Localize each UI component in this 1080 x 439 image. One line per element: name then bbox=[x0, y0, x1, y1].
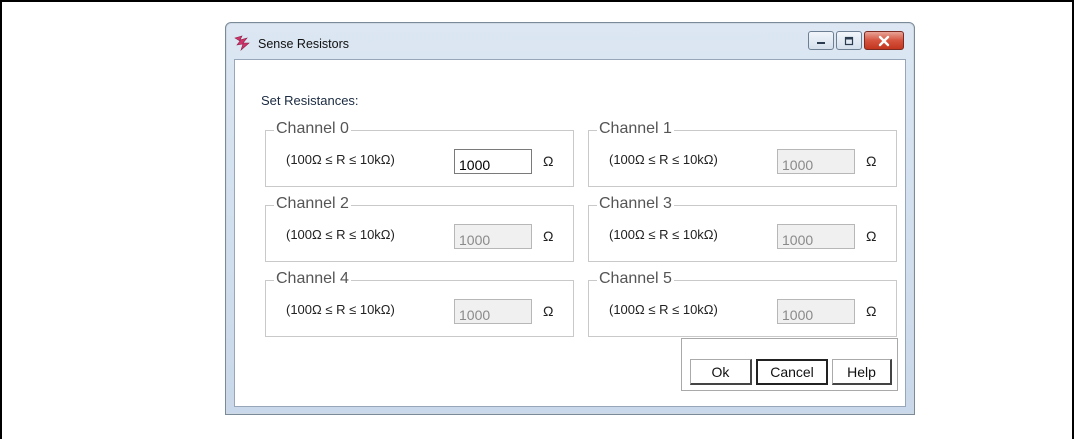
channel-3-title: Channel 3 bbox=[597, 195, 674, 213]
channel-4-group: Channel 4 (100Ω ≤ R ≤ 10kΩ) Ω bbox=[265, 270, 574, 337]
channel-0-range: (100Ω ≤ R ≤ 10kΩ) bbox=[286, 152, 395, 167]
caption-buttons bbox=[808, 31, 904, 53]
title-bar[interactable]: Sense Resistors bbox=[226, 23, 914, 59]
channel-0-title: Channel 0 bbox=[274, 120, 351, 138]
channel-0-resistance-input[interactable] bbox=[454, 149, 532, 174]
channel-1-range: (100Ω ≤ R ≤ 10kΩ) bbox=[609, 152, 718, 167]
dialog-client-area: Set Resistances: Channel 0 (100Ω ≤ R ≤ 1… bbox=[234, 59, 906, 407]
channel-5-unit: Ω bbox=[866, 303, 877, 319]
help-button[interactable]: Help bbox=[832, 359, 892, 385]
channel-3-unit: Ω bbox=[866, 228, 877, 244]
channel-1-resistance-input[interactable] bbox=[777, 149, 855, 174]
channel-5-range: (100Ω ≤ R ≤ 10kΩ) bbox=[609, 302, 718, 317]
channel-5-resistance-input[interactable] bbox=[777, 299, 855, 324]
close-icon bbox=[878, 35, 890, 46]
channel-1-group: Channel 1 (100Ω ≤ R ≤ 10kΩ) Ω bbox=[588, 120, 897, 187]
app-logo-icon bbox=[234, 35, 250, 51]
channel-5-title: Channel 5 bbox=[597, 270, 674, 288]
set-resistances-label: Set Resistances: bbox=[261, 93, 359, 108]
channel-3-group: Channel 3 (100Ω ≤ R ≤ 10kΩ) Ω bbox=[588, 195, 897, 262]
channel-5-group: Channel 5 (100Ω ≤ R ≤ 10kΩ) Ω bbox=[588, 270, 897, 337]
channel-2-title: Channel 2 bbox=[274, 195, 351, 213]
channel-2-range: (100Ω ≤ R ≤ 10kΩ) bbox=[286, 227, 395, 242]
channel-4-range: (100Ω ≤ R ≤ 10kΩ) bbox=[286, 302, 395, 317]
dialog-button-frame: Ok Cancel Help bbox=[681, 338, 898, 391]
channel-0-group: Channel 0 (100Ω ≤ R ≤ 10kΩ) Ω bbox=[265, 120, 574, 187]
minimize-icon bbox=[817, 41, 825, 44]
close-button[interactable] bbox=[864, 31, 904, 50]
cancel-button[interactable]: Cancel bbox=[756, 359, 828, 385]
channel-4-title: Channel 4 bbox=[274, 270, 351, 288]
channel-0-unit: Ω bbox=[543, 153, 554, 169]
window-title: Sense Resistors bbox=[258, 37, 350, 51]
channel-1-title: Channel 1 bbox=[597, 120, 674, 138]
maximize-icon bbox=[844, 36, 854, 45]
channel-2-group: Channel 2 (100Ω ≤ R ≤ 10kΩ) Ω bbox=[265, 195, 574, 262]
channel-3-resistance-input[interactable] bbox=[777, 224, 855, 249]
channel-2-unit: Ω bbox=[543, 228, 554, 244]
channel-3-range: (100Ω ≤ R ≤ 10kΩ) bbox=[609, 227, 718, 242]
ok-button[interactable]: Ok bbox=[690, 359, 752, 385]
channel-4-unit: Ω bbox=[543, 303, 554, 319]
minimize-button[interactable] bbox=[808, 31, 834, 50]
channel-2-resistance-input[interactable] bbox=[454, 224, 532, 249]
channel-1-unit: Ω bbox=[866, 153, 877, 169]
sense-resistors-window: Sense Resistors Set Resistances: Channel… bbox=[225, 22, 915, 415]
maximize-button[interactable] bbox=[836, 31, 862, 50]
channel-4-resistance-input[interactable] bbox=[454, 299, 532, 324]
